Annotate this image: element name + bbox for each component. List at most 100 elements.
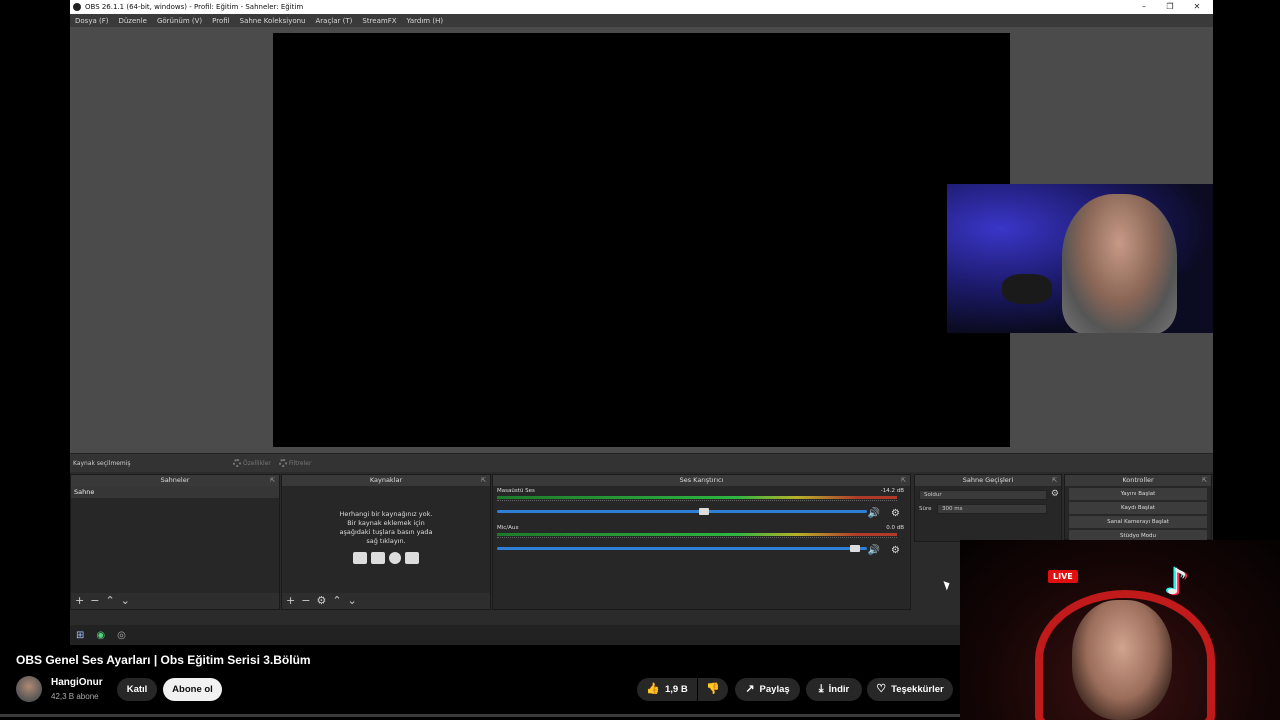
display-icon [371, 552, 385, 564]
empty-line: Herhangi bir kaynağınız yok. [339, 510, 433, 518]
dislike-button[interactable]: 👎 [698, 678, 728, 701]
filters-button[interactable]: Filtreler [278, 459, 312, 467]
spotify-icon[interactable]: ◉ [96, 630, 105, 641]
move-down-icon[interactable]: ⌄ [348, 593, 357, 609]
undock-icon[interactable]: ⇱ [481, 475, 486, 486]
audio-mixer-dock: Ses Karıştırıcı ⇱ Masaüstü Ses -14.2 dB … [492, 474, 911, 610]
start-recording-button[interactable]: Kaydı Başlat [1069, 502, 1207, 514]
mixer-title-label: Ses Karıştırıcı [679, 476, 724, 484]
fader-handle[interactable] [849, 545, 860, 552]
undock-icon[interactable]: ⇱ [270, 475, 275, 486]
window-title: OBS 26.1.1 (64-bit, windows) - Profil: E… [85, 3, 304, 11]
streamer-image [1062, 194, 1177, 333]
subscriber-count: 42,3 B abone [51, 692, 99, 701]
menu-profile[interactable]: Profil [212, 17, 229, 25]
close-button[interactable]: ✕ [1184, 0, 1210, 14]
transitions-title-label: Sahne Geçişleri [962, 476, 1014, 484]
channel-avatar[interactable] [16, 676, 42, 702]
volume-fader[interactable] [497, 508, 867, 515]
properties-label: Özellikler [243, 459, 271, 467]
like-button[interactable]: 👍 1,9 B [637, 678, 697, 701]
thanks-label: Teşekkürler [891, 684, 944, 695]
volume-fader[interactable] [497, 545, 867, 552]
duration-row: Süre 300 ms [919, 504, 1047, 514]
start-virtual-camera-button[interactable]: Sanal Kamerayı Başlat [1069, 516, 1207, 528]
menu-file[interactable]: Dosya (F) [75, 17, 108, 25]
move-up-icon[interactable]: ⌃ [332, 593, 341, 609]
menu-edit[interactable]: Düzenle [118, 17, 147, 25]
subscribe-button[interactable]: Abone ol [163, 678, 222, 701]
thumbs-down-icon: 👎 [706, 683, 720, 695]
gear-icon[interactable]: ⚙ [891, 545, 900, 556]
thanks-button[interactable]: ♡ Teşekkürler [867, 678, 953, 701]
filter-icon [278, 459, 287, 467]
windows-start-icon[interactable]: ⊞ [76, 630, 84, 641]
subscribe-label: Abone ol [172, 684, 213, 695]
transition-select[interactable]: Soldur [919, 490, 1047, 500]
properties-button[interactable]: Özellikler [233, 459, 271, 467]
menu-scene-collection[interactable]: Sahne Koleksiyonu [240, 17, 306, 25]
video-title: OBS Genel Ses Ayarları | Obs Eğitim Seri… [16, 653, 311, 667]
channel-name: Masaüstü Ses [497, 488, 535, 494]
streamer-face-image [1072, 600, 1172, 720]
speaker-icon[interactable]: 🔊 [868, 508, 880, 519]
transitions-title: Sahne Geçişleri ⇱ [915, 475, 1061, 486]
scenes-title-label: Sahneler [160, 476, 190, 484]
start-streaming-button[interactable]: Yayını Başlat [1069, 488, 1207, 500]
video-progress-bar[interactable] [0, 714, 960, 717]
join-button[interactable]: Katıl [117, 678, 157, 701]
scenes-toolbar: + − ⌃ ⌄ [71, 593, 279, 609]
live-badge: LIVE [1048, 570, 1078, 583]
controls-dock: Kontroller ⇱ Yayını Başlat Kaydı Başlat … [1064, 474, 1212, 542]
webcam-overlay-streamer: LIVE ♪ [960, 540, 1280, 720]
speaker-icon[interactable]: 🔊 [868, 545, 880, 556]
menu-streamfx[interactable]: StreamFX [362, 17, 396, 25]
scenes-dock: Sahneler ⇱ Sahne + − ⌃ ⌄ [70, 474, 280, 610]
fader-handle[interactable] [698, 508, 709, 515]
gear-icon[interactable]: ⚙ [891, 508, 900, 519]
join-label: Katıl [126, 684, 148, 695]
obs-logo-icon [73, 3, 81, 11]
empty-line: aşağıdaki tuşlara basın yada [339, 528, 433, 536]
menu-help[interactable]: Yardım (H) [407, 17, 444, 25]
controls-title-label: Kontroller [1122, 476, 1154, 484]
undock-icon[interactable]: ⇱ [1052, 475, 1057, 486]
sources-empty-message: Herhangi bir kaynağınız yok. Bir kaynak … [282, 510, 490, 546]
filters-label: Filtreler [288, 459, 312, 467]
meter-scale [497, 500, 897, 506]
menu-view[interactable]: Görünüm (V) [157, 17, 202, 25]
channel-db: 0.0 dB [886, 525, 904, 531]
remove-scene-icon[interactable]: − [90, 593, 99, 609]
menu-tools[interactable]: Araçlar (T) [316, 17, 353, 25]
preview-canvas[interactable] [273, 33, 1010, 447]
maximize-button[interactable]: ❐ [1157, 0, 1183, 14]
thanks-heart-icon: ♡ [876, 683, 887, 695]
duration-input[interactable]: 300 ms [937, 504, 1047, 514]
add-source-icon[interactable]: + [286, 593, 295, 609]
download-button[interactable]: ⤓ İndir [806, 678, 862, 701]
transitions-dock: Sahne Geçişleri ⇱ Soldur ⚙ Süre 300 ms [914, 474, 1062, 542]
source-settings-icon[interactable]: ⚙ [316, 593, 326, 609]
channel-name[interactable]: HangiOnur [51, 677, 103, 688]
gear-icon [233, 459, 241, 467]
share-label: Paylaş [759, 684, 790, 695]
obs-taskbar-icon[interactable]: ◎ [117, 630, 126, 641]
share-icon: ↗ [745, 683, 755, 695]
add-scene-icon[interactable]: + [75, 593, 84, 609]
scene-list-item[interactable]: Sahne [71, 486, 279, 498]
remove-source-icon[interactable]: − [301, 593, 310, 609]
sources-title-label: Kaynaklar [369, 476, 403, 484]
scenes-title: Sahneler ⇱ [71, 475, 279, 486]
mixer-title: Ses Karıştırıcı ⇱ [493, 475, 910, 486]
undock-icon[interactable]: ⇱ [901, 475, 906, 486]
empty-line: Bir kaynak eklemek için [347, 519, 425, 527]
minimize-button[interactable]: – [1131, 0, 1157, 14]
sources-toolbar: + − ⚙ ⌃ ⌄ [282, 593, 490, 609]
controls-title: Kontroller ⇱ [1065, 475, 1211, 486]
gear-icon[interactable]: ⚙ [1051, 489, 1059, 499]
no-source-selected-label: Kaynak seçilmemiş [73, 459, 131, 467]
move-up-icon[interactable]: ⌃ [105, 593, 114, 609]
share-button[interactable]: ↗ Paylaş [735, 678, 800, 701]
undock-icon[interactable]: ⇱ [1202, 475, 1207, 486]
move-down-icon[interactable]: ⌄ [121, 593, 130, 609]
